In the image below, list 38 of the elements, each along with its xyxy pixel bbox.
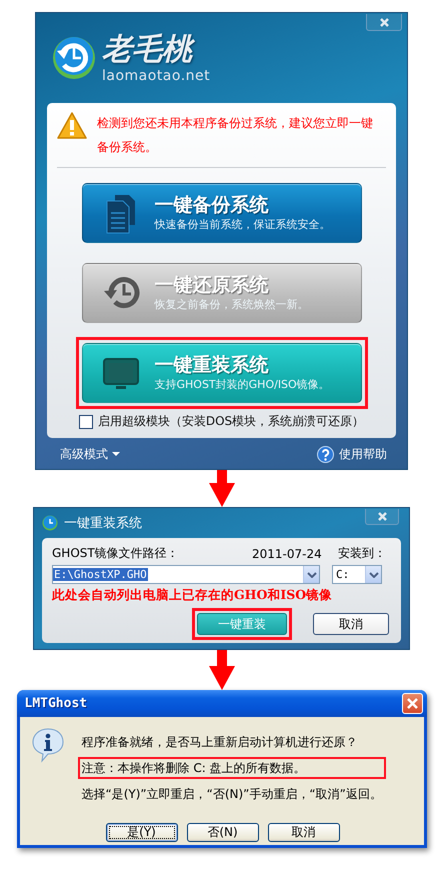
arrow-drawing xyxy=(208,470,234,507)
dialog-button[interactable]: 是(Y) xyxy=(106,823,178,842)
close-button[interactable] xyxy=(366,14,402,31)
warning-icon xyxy=(57,111,87,140)
close-icon xyxy=(378,16,390,28)
logo-url: laomaotao.net xyxy=(102,68,210,84)
path-dropdown[interactable]: E:\GhostXP.GHO xyxy=(52,565,320,584)
message-text: 注意：本操作将删除 C: 盘上的所有数据。 xyxy=(78,757,386,779)
arrow-drawing xyxy=(208,650,234,690)
backup-button[interactable]: 一键备份系统 快速备份当前系统，保证系统安全。 xyxy=(82,183,362,243)
field-label: GHOST镜像文件路径： xyxy=(52,545,180,562)
dialog-button[interactable]: 取消 xyxy=(268,823,340,842)
close-icon xyxy=(406,697,418,710)
warning-message: 检测到您还未用本程序备份过系统，建议您立即一键备份系统。 xyxy=(97,115,374,156)
drive-dropdown[interactable]: C: xyxy=(332,565,382,584)
advanced-mode-menu[interactable]: 高级模式 xyxy=(60,446,120,462)
window-title: LMTGhost xyxy=(24,696,88,711)
dialog-button[interactable]: 否(N) xyxy=(186,823,258,842)
window-title: 一键重装系统 xyxy=(64,515,142,532)
app-icon xyxy=(42,515,58,531)
caret-icon xyxy=(112,452,120,456)
help-link[interactable]: 使用帮助 xyxy=(317,446,387,462)
message-text: 选择“是(Y)”立即重启，“否(N)”手动重启，“取消”返回。 xyxy=(80,786,383,803)
close-button[interactable] xyxy=(365,509,399,525)
date-text: 2011-07-24 xyxy=(252,546,323,560)
logo-icon xyxy=(52,36,96,80)
close-icon xyxy=(376,511,388,522)
field-label: 安装到： xyxy=(338,545,386,562)
logo-text: 老毛桃 xyxy=(102,32,210,68)
cancel-button[interactable]: 取消 xyxy=(313,613,389,635)
annotation-note: 此处会自动列出电脑上已存在的GHO和ISO镜像 xyxy=(52,587,334,604)
message-text: 程序准备就绪，是否马上重新启动计算机进行还原？ xyxy=(80,734,358,751)
checkbox[interactable] xyxy=(78,414,93,428)
checkbox-label: 启用超级模块（安装DOS模块，系统崩溃可还原） xyxy=(98,413,364,430)
help-icon xyxy=(317,446,334,462)
caret-icon xyxy=(368,572,378,578)
info-icon xyxy=(32,727,64,763)
caret-icon xyxy=(306,572,316,578)
